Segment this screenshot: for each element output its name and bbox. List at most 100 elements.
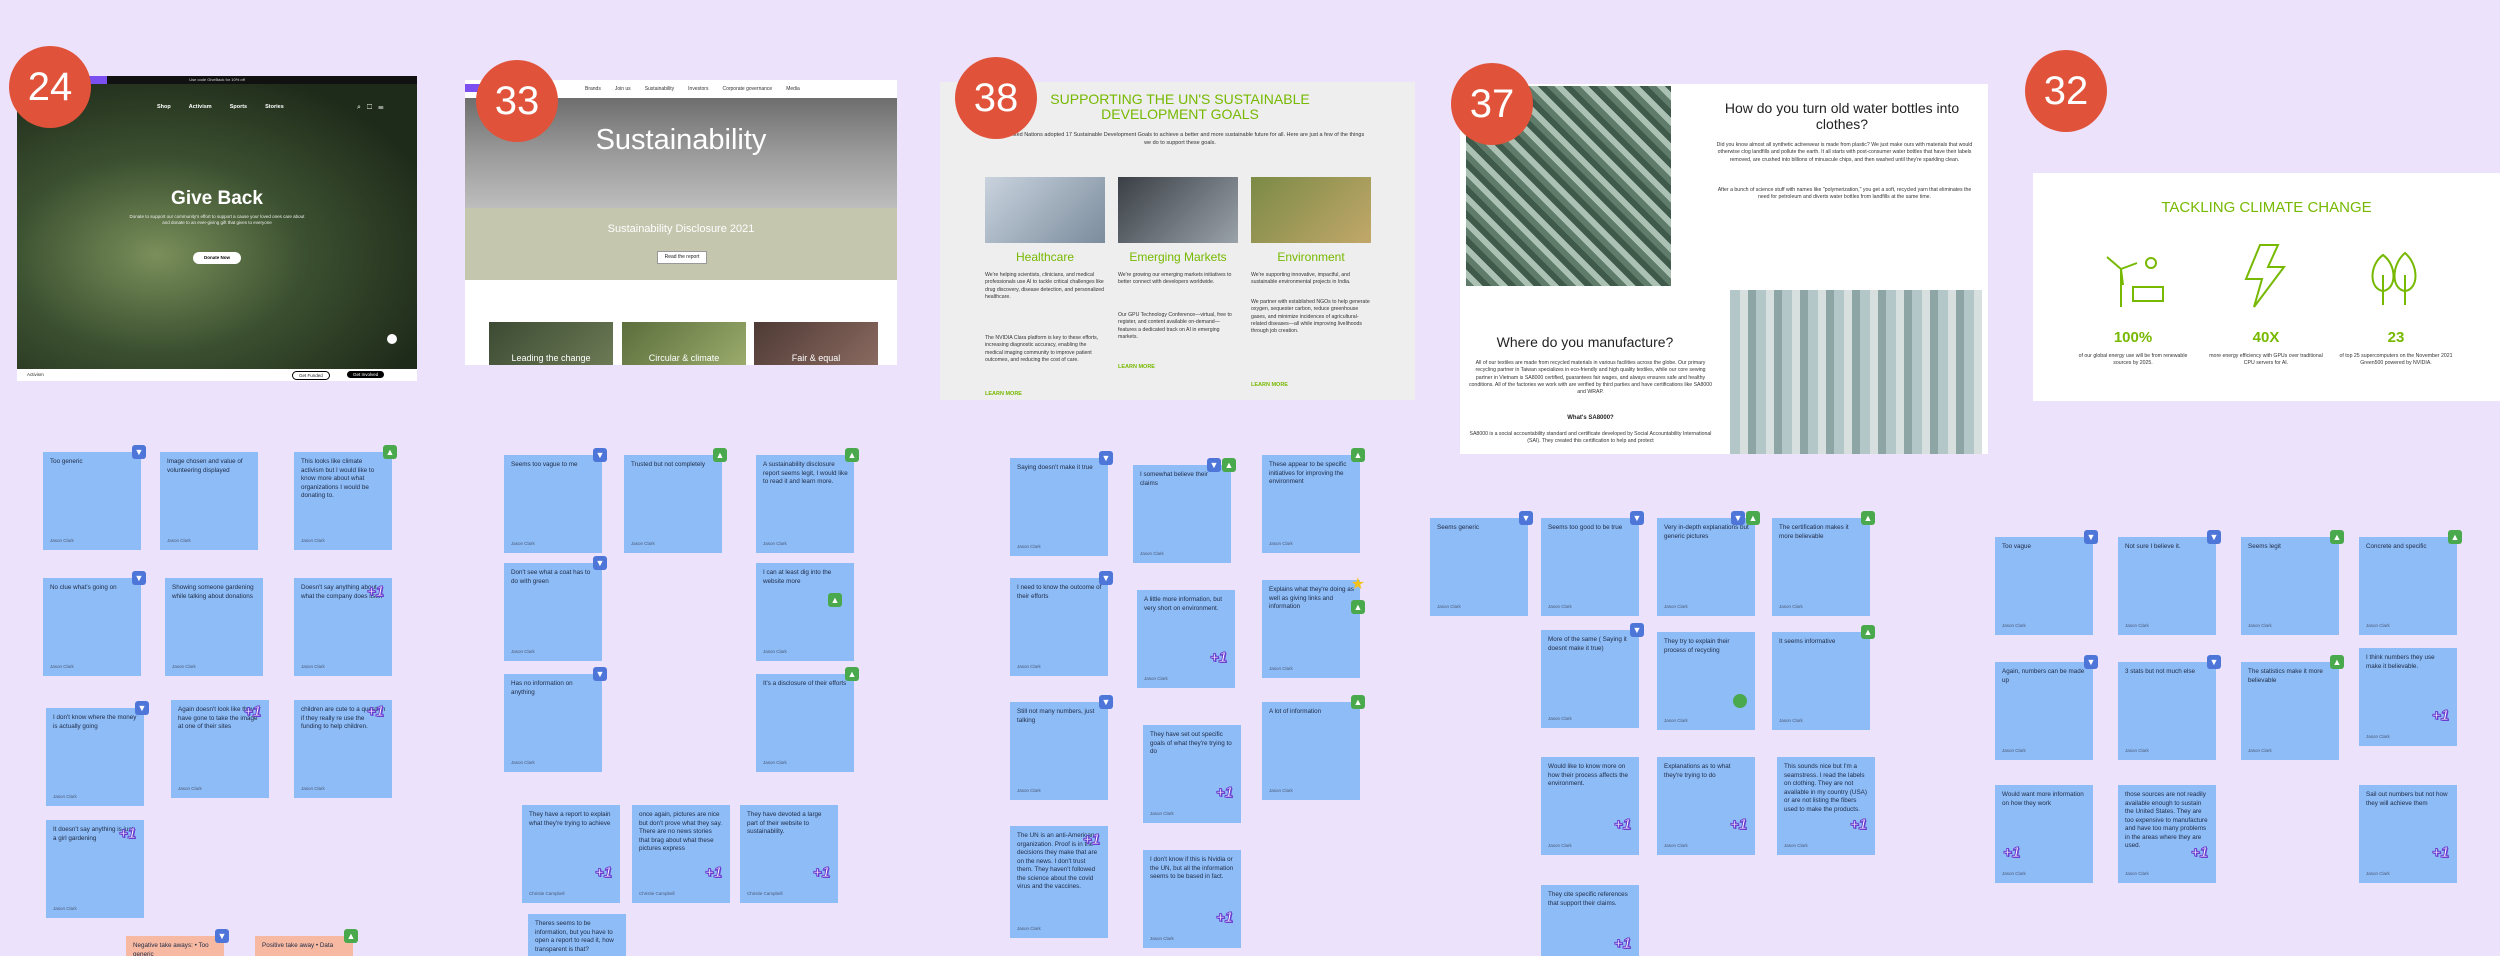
sticky-note[interactable]: Again doesn't look like they have gone t… <box>171 700 269 798</box>
sticky-note[interactable]: I don't know where the money is actually… <box>46 701 149 806</box>
nav-brands[interactable]: Brands <box>585 86 601 92</box>
sticky-note[interactable]: 3 stats but not much else Jason Clark ▼ <box>2118 655 2221 760</box>
nav-stories[interactable]: Stories <box>265 104 284 110</box>
faq-question-1: How do you turn old water bottles into c… <box>1724 100 1960 132</box>
thumbs-down-icon: ▼ <box>1207 458 1221 472</box>
sticky-note[interactable]: Too vague Jason Clark ▼ <box>1995 530 2098 635</box>
sticky-note[interactable]: Seems too vague to me Jason Clark ▼ <box>504 448 607 553</box>
col-heading-emerging: Emerging Markets <box>1129 250 1227 264</box>
header-icons[interactable]: ⌕☐☰ <box>357 104 389 112</box>
nav-activism[interactable]: Activism <box>189 104 212 110</box>
sticky-note[interactable]: Very in-depth explanations but generic p… <box>1657 511 1760 616</box>
nav-sports[interactable]: Sports <box>230 104 247 110</box>
sticky-note[interactable]: A little more information, but very shor… <box>1137 590 1235 688</box>
sticky-note[interactable]: Would like to know more on how their pro… <box>1541 757 1639 855</box>
plus-one-reaction: +1 <box>2431 706 2449 724</box>
lightning-icon <box>2244 244 2286 308</box>
sticky-note[interactable]: Concrete and specific Jason Clark ▲ <box>2359 530 2462 635</box>
nav-join[interactable]: Join us <box>615 86 631 92</box>
climate-title: TACKLING CLIMATE CHANGE <box>2161 199 2372 216</box>
sticky-note[interactable]: I somewhat believe their claims Jason Cla… <box>1133 458 1236 563</box>
sticky-note[interactable]: Would want more information on how they … <box>1995 785 2093 883</box>
faq-answer-2: All of our textiles are made from recycl… <box>1468 360 1713 396</box>
positive-takeaways-note[interactable]: Positive take away • Data ▲ <box>255 929 358 956</box>
nav-sustainability[interactable]: Sustainability <box>645 86 674 92</box>
sticky-note[interactable]: They have devoted a large part of their … <box>740 805 838 903</box>
sticky-note[interactable]: This sounds nice but I'm a seamstress. I… <box>1777 757 1875 855</box>
sticky-note[interactable]: This looks like climate activism but I w… <box>294 445 397 550</box>
plus-one-reaction: +1 <box>2002 843 2021 861</box>
thumbs-up-icon: ▲ <box>1351 695 1365 709</box>
sticky-note[interactable]: Again, numbers can be made up Jason Clark… <box>1995 655 2098 760</box>
sticky-note[interactable]: Seems legit Jason Clark ▲ <box>2241 530 2344 635</box>
sticky-note[interactable]: Sail out numbers but not how they will a… <box>2359 785 2457 883</box>
sticky-note[interactable]: It doesn't say anything is just a girl g… <box>46 820 144 918</box>
sticky-note[interactable]: Too generic Jason Clark ▼ <box>43 445 146 550</box>
sticky-note[interactable]: Seems generic Jason Clark ▼ <box>1430 511 1533 616</box>
thumbs-down-icon: ▼ <box>135 701 149 715</box>
sticky-note[interactable]: No clue what's going on Jason Clark ▼ <box>43 571 146 676</box>
sticky-note[interactable]: The statistics make it more believable Ja… <box>2241 655 2344 760</box>
nav-media[interactable]: Media <box>786 86 800 92</box>
sticky-note[interactable]: once again, pictures are nice but don't … <box>632 805 730 903</box>
sticky-note[interactable]: Seems too good to be true Jason Clark ▼ <box>1541 511 1644 616</box>
sticky-note[interactable]: Explanations as to what they're trying t… <box>1657 757 1755 855</box>
plus-one-reaction: +1 <box>1215 783 1233 801</box>
sticky-note[interactable]: I can at least dig into the website more… <box>756 563 854 661</box>
learn-more-environment[interactable]: LEARN MORE <box>1251 382 1288 388</box>
sticky-note[interactable]: I think numbers they use make it believa… <box>2359 648 2457 746</box>
tile-circular[interactable]: Circular & climate <box>622 322 746 365</box>
get-funded-button[interactable]: Get Funded <box>292 371 330 380</box>
sticky-note[interactable]: Don't see what a coat has to do with gre… <box>504 556 607 661</box>
sticky-note[interactable]: They try to explain their process of rec… <box>1657 632 1755 730</box>
sticky-note[interactable]: Not sure I believe it. Jason Clark ▼ <box>2118 530 2221 635</box>
sticky-note[interactable]: Explains what they're doing as well as g… <box>1262 576 1365 678</box>
sticky-note[interactable]: those sources are not readily available … <box>2118 785 2216 883</box>
learn-more-emerging[interactable]: LEARN MORE <box>1118 364 1155 370</box>
thumbs-up-icon: ▲ <box>1222 458 1236 472</box>
sticky-note[interactable]: They have set out specific goals of what… <box>1143 725 1241 823</box>
nav-governance[interactable]: Corporate governance <box>722 86 772 92</box>
sticky-note[interactable]: The UN is an anti-American organization.… <box>1010 826 1108 938</box>
sticky-note[interactable]: Trusted but not completely Jason Clark ▲ <box>624 448 727 553</box>
sticky-note[interactable]: It seems informative Jason Clark ▲ <box>1772 625 1875 730</box>
sticky-note[interactable]: These appear to be specific initiatives … <box>1262 448 1365 553</box>
sticky-note[interactable]: I need to know the outcome of their effo… <box>1010 571 1113 676</box>
donate-now-button[interactable]: Donate Now <box>193 252 241 264</box>
thumbs-down-icon: ▼ <box>215 929 229 943</box>
thumbs-down-icon: ▼ <box>1630 623 1644 637</box>
sticky-note[interactable]: Theres seems to be information, but you … <box>528 914 626 956</box>
negative-takeaways-note[interactable]: Negative take aways: • Too generic ▼ <box>126 929 229 956</box>
sticky-note[interactable]: Saying doesn't make it true Jason Clark ▼ <box>1010 451 1113 556</box>
scroll-control[interactable] <box>387 334 397 344</box>
tile-leading[interactable]: Leading the change <box>489 322 613 365</box>
sticky-note[interactable]: Showing someone gardening while talking … <box>165 578 263 676</box>
learn-more-healthcare[interactable]: LEARN MORE <box>985 391 1022 397</box>
sticky-note[interactable]: Doesn't say anything about what the comp… <box>294 578 392 676</box>
sticky-note[interactable]: They cite specific references that suppo… <box>1541 885 1639 956</box>
nav-shop[interactable]: Shop <box>157 104 171 110</box>
plus-one-reaction: +1 <box>1215 908 1233 926</box>
sticky-note[interactable]: I don't know if this is Nvidia or the UN… <box>1143 850 1241 948</box>
read-report-button[interactable]: Read the report <box>657 251 707 264</box>
sticky-note[interactable]: A sustainability disclosure report seems… <box>756 448 859 553</box>
tile-fair[interactable]: Fair & equal <box>754 322 878 365</box>
sticky-note[interactable]: Still not many numbers, just talking Jaso… <box>1010 695 1113 800</box>
plus-one-reaction: +1 <box>1729 815 1747 833</box>
sticky-note[interactable]: More of the same ( Saying it doesnt make… <box>1541 623 1644 728</box>
thumbs-down-icon: ▼ <box>593 556 607 570</box>
thumbs-up-icon: ▲ <box>1351 448 1365 462</box>
plus-one-reaction: +1 <box>118 824 136 842</box>
sticky-note[interactable]: Image chosen and value of volunteering d… <box>160 452 258 550</box>
sticky-note[interactable]: The certification makes it more believab… <box>1772 511 1875 616</box>
plus-one-reaction: +1 <box>2431 843 2449 861</box>
sticky-note[interactable]: They have a report to explain what they'… <box>522 805 620 903</box>
thumbs-down-icon: ▼ <box>1099 451 1113 465</box>
sticky-note[interactable]: children are cute to a question if they … <box>294 700 392 798</box>
sticky-note[interactable]: It's a disclosure of their efforts Jason … <box>756 667 859 772</box>
sticky-note[interactable]: Has no information on anything Jason Clar… <box>504 667 607 772</box>
nav-investors[interactable]: Investors <box>688 86 708 92</box>
sticky-note[interactable]: A lot of information Jason Clark ▲ <box>1262 695 1365 800</box>
plus-one-reaction: +1 <box>1849 815 1867 833</box>
get-involved-button[interactable]: Get Involved <box>347 371 385 378</box>
